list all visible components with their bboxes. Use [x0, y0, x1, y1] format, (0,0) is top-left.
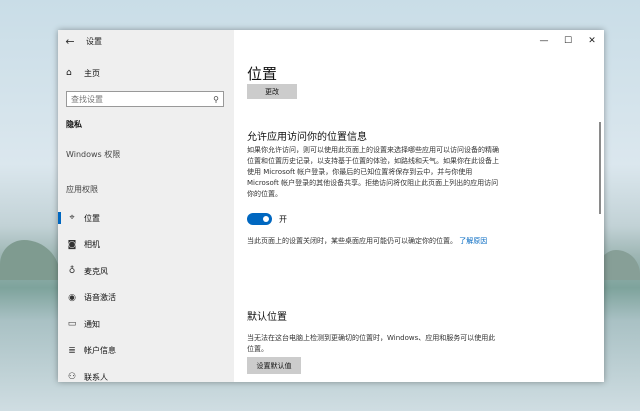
default-location-description: 当无法在这台电脑上检测到更确切的位置时，Windows、应用和服务可以使用此位置… [247, 334, 496, 353]
scrollbar[interactable] [599, 122, 601, 214]
titlebar: ← 设置 [58, 30, 234, 52]
nav-list: ⌖ 位置 ◙ 相机 ♁ 麦克风 ◉ 语音激活 ▭ 通知 ≣ 帐户信息 ⚇ 联系人 [58, 205, 234, 382]
sidebar-item-notifications[interactable]: ▭ 通知 [58, 311, 234, 338]
sidebar-item-label: 麦克风 [84, 266, 108, 276]
window-title: 设置 [86, 36, 102, 46]
allow-access-description: 如果你允许访问，则可以使用此页面上的设置来选择哪些应用可以访问设备的精确位置和位… [247, 146, 499, 198]
search-icon[interactable]: ⚲ [213, 95, 219, 104]
sidebar-item-camera[interactable]: ◙ 相机 [58, 232, 234, 259]
nav-home[interactable]: ⌂ 主页 [58, 64, 234, 82]
location-toggle-row: 开 [247, 213, 287, 225]
desktop-background-right [600, 250, 640, 280]
sidebar-item-label: 通知 [84, 319, 100, 329]
search-box[interactable]: ⚲ [66, 91, 224, 107]
sidebar-item-label: 联系人 [84, 372, 108, 382]
toggle-state-label: 开 [279, 214, 287, 224]
sidebar-item-account-info[interactable]: ≣ 帐户信息 [58, 338, 234, 365]
desktop-background [0, 240, 60, 280]
desktop-apps-note: 当此页面上的设置关闭时，某些桌面应用可能仍可以确定你的位置。 了解原因 [247, 236, 497, 247]
back-button[interactable]: ← [58, 30, 82, 52]
minimize-icon: — [539, 36, 549, 46]
account-info-icon: ≣ [68, 345, 76, 356]
set-default-button[interactable]: 设置默认值 [247, 357, 301, 374]
contacts-icon: ⚇ [67, 372, 77, 382]
camera-icon: ◙ [67, 239, 77, 250]
location-icon: ⌖ [69, 213, 75, 224]
main-content: — ☐ ✕ 位置 更改 允许应用访问你的位置信息 如果你允许访问，则可以使用此页… [234, 30, 604, 382]
section-app-permissions: 应用权限 [66, 185, 98, 194]
sidebar-item-label: 语音激活 [84, 293, 116, 303]
default-location-heading: 默认位置 [247, 312, 287, 323]
change-button[interactable]: 更改 [247, 84, 297, 99]
sidebar-item-voice-activation[interactable]: ◉ 语音激活 [58, 285, 234, 312]
sidebar-item-label: 相机 [84, 240, 100, 250]
sidebar-item-label: 帐户信息 [84, 346, 116, 356]
window-controls: — ☐ ✕ [532, 30, 604, 52]
desktop-apps-note-text: 当此页面上的设置关闭时，某些桌面应用可能仍可以确定你的位置。 [247, 237, 457, 245]
back-arrow-icon: ← [65, 34, 75, 48]
close-icon: ✕ [588, 36, 596, 46]
close-button[interactable]: ✕ [580, 30, 604, 52]
allow-access-heading: 允许应用访问你的位置信息 [247, 132, 367, 143]
sidebar-item-contacts[interactable]: ⚇ 联系人 [58, 364, 234, 382]
minimize-button[interactable]: — [532, 30, 556, 52]
maximize-icon: ☐ [563, 36, 573, 46]
location-access-toggle[interactable] [247, 213, 272, 225]
toggle-knob [263, 216, 269, 222]
sidebar-item-microphone[interactable]: ♁ 麦克风 [58, 258, 234, 285]
nav-home-label: 主页 [84, 68, 100, 78]
sidebar: ← 设置 ⌂ 主页 ⚲ 隐私 Windows 权限 应用权限 ⌖ 位置 ◙ 相机 [58, 30, 234, 382]
page-title: 位置 [247, 65, 278, 83]
maximize-button[interactable]: ☐ [556, 30, 580, 52]
learn-more-link[interactable]: 了解原因 [459, 237, 487, 245]
section-privacy: 隐私 [66, 120, 82, 129]
voice-icon: ◉ [68, 292, 76, 303]
microphone-icon: ♁ [68, 266, 76, 277]
sidebar-item-label: 位置 [84, 213, 100, 223]
sidebar-item-location[interactable]: ⌖ 位置 [58, 205, 234, 232]
search-input[interactable] [71, 94, 201, 104]
home-icon: ⌂ [66, 68, 72, 78]
notification-icon: ▭ [67, 319, 77, 330]
section-windows-permissions: Windows 权限 [66, 150, 121, 159]
settings-window: ← 设置 ⌂ 主页 ⚲ 隐私 Windows 权限 应用权限 ⌖ 位置 ◙ 相机 [58, 30, 604, 382]
